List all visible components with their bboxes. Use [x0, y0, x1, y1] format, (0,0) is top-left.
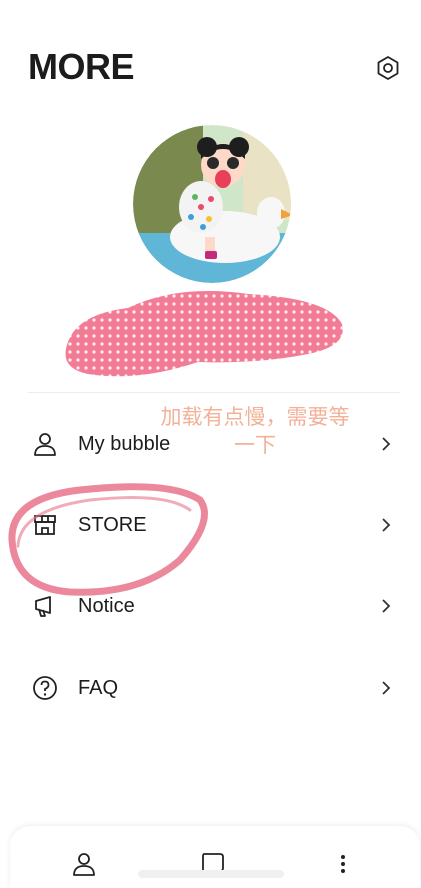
- settings-button[interactable]: [372, 52, 404, 84]
- menu-item-label: STORE: [78, 513, 147, 536]
- person-icon: [73, 853, 95, 876]
- redacted-username: [65, 291, 343, 377]
- menu-item-faq[interactable]: FAQ: [0, 658, 421, 718]
- nav-more-button[interactable]: [325, 846, 361, 882]
- menu-item-label: My bubble: [78, 432, 171, 455]
- profile-avatar-image: [133, 125, 291, 283]
- person-icon: [30, 429, 60, 459]
- page-title: MORE: [28, 46, 135, 87]
- profile-avatar[interactable]: [133, 125, 291, 283]
- question-circle-icon: [30, 673, 60, 703]
- menu-item-my-bubble[interactable]: My bubble: [0, 414, 421, 474]
- store-icon: [30, 510, 60, 540]
- chevron-right-icon: [376, 678, 396, 698]
- nav-profile-button[interactable]: [66, 846, 102, 882]
- menu-item-label: Notice: [78, 594, 135, 617]
- settings-gear-icon: [377, 56, 399, 80]
- megaphone-icon: [30, 591, 60, 621]
- chevron-right-icon: [376, 515, 396, 535]
- chevron-right-icon: [376, 596, 396, 616]
- divider: [28, 392, 400, 393]
- menu-item-store[interactable]: STORE: [0, 495, 421, 555]
- menu-item-label: FAQ: [78, 676, 119, 699]
- redacted-bottom-strip: [138, 870, 284, 878]
- menu-item-notice[interactable]: Notice: [0, 576, 421, 636]
- chevron-right-icon: [376, 434, 396, 454]
- more-vertical-icon: [341, 855, 345, 873]
